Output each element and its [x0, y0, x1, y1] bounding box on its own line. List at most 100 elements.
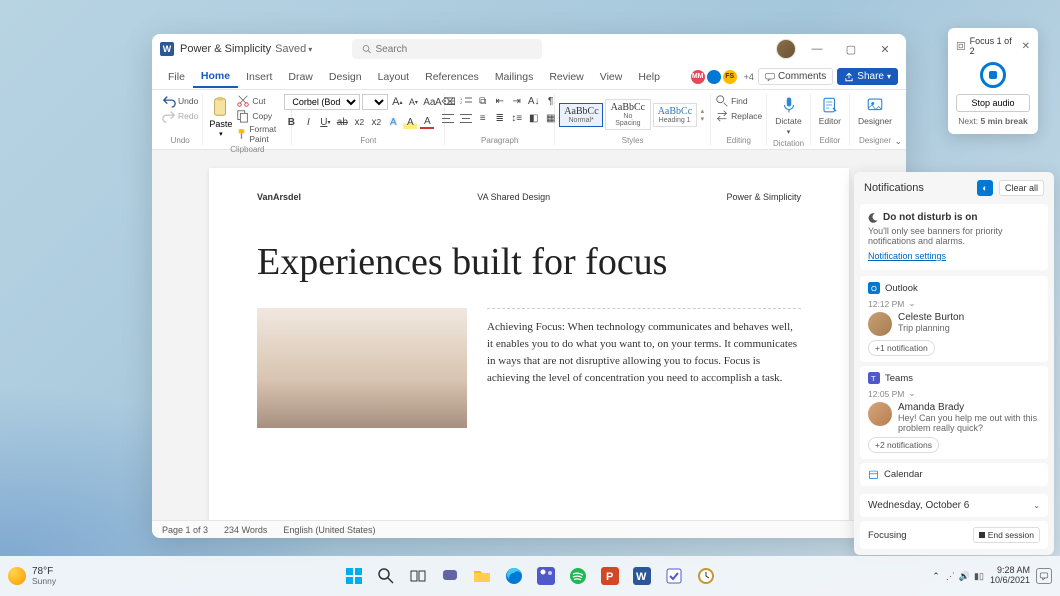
page-headline[interactable]: Experiences built for focus — [257, 242, 801, 284]
chevron-down-icon[interactable]: ▾ — [308, 45, 312, 54]
bullets-button[interactable] — [442, 94, 456, 108]
presence-avatar[interactable] — [706, 69, 722, 85]
notification-item[interactable]: Amanda BradyHey! Can you help me out wit… — [868, 402, 1040, 433]
page-image-placeholder[interactable] — [257, 308, 467, 428]
tab-home[interactable]: Home — [193, 66, 238, 88]
search-input[interactable] — [376, 44, 533, 55]
tab-design[interactable]: Design — [321, 67, 370, 87]
align-left-button[interactable] — [442, 111, 456, 125]
weather-widget[interactable]: 78°FSunny — [8, 567, 56, 586]
search-button[interactable] — [372, 562, 400, 590]
tab-references[interactable]: References — [417, 67, 487, 87]
battery-icon[interactable]: ▮▯ — [974, 571, 984, 582]
style-normal[interactable]: AaBbCcNormal* — [559, 103, 603, 127]
wifi-icon[interactable]: ⋰ — [946, 571, 955, 582]
powerpoint-button[interactable]: P — [596, 562, 624, 590]
status-language[interactable]: English (United States) — [283, 525, 375, 535]
increase-indent-button[interactable]: ⇥ — [510, 94, 524, 108]
more-notifications-button[interactable]: +2 notifications — [868, 437, 939, 453]
todo-button[interactable] — [660, 562, 688, 590]
superscript-button[interactable]: x2 — [369, 115, 383, 129]
tab-mailings[interactable]: Mailings — [487, 67, 542, 87]
line-spacing-button[interactable]: ↕≡ — [510, 111, 524, 125]
volume-icon[interactable]: 🔊 — [959, 571, 970, 582]
font-size-select[interactable]: 11 — [362, 94, 388, 110]
calendar-row[interactable]: Calendar — [860, 463, 1048, 486]
spotify-button[interactable] — [564, 562, 592, 590]
format-painter-button[interactable]: Format Paint — [236, 124, 287, 144]
justify-button[interactable]: ≣ — [493, 111, 507, 125]
font-color-button[interactable]: A — [420, 115, 434, 129]
stop-audio-button[interactable]: Stop audio — [956, 94, 1030, 112]
align-center-button[interactable] — [459, 111, 473, 125]
dnd-toggle-button[interactable]: ◐ — [977, 180, 993, 196]
chat-button[interactable] — [436, 562, 464, 590]
date-row[interactable]: Wednesday, October 6⌄ — [860, 494, 1048, 517]
close-button[interactable]: ✕ — [872, 36, 898, 62]
start-button[interactable] — [340, 562, 368, 590]
page-body-text[interactable]: Achieving Focus: When technology communi… — [487, 308, 801, 428]
comments-button[interactable]: Comments — [758, 68, 833, 85]
notification-item[interactable]: Celeste BurtonTrip planning — [868, 312, 1040, 336]
user-avatar[interactable] — [776, 39, 796, 59]
share-button[interactable]: Share ▾ — [837, 68, 898, 85]
numbering-button[interactable]: 12 — [459, 94, 473, 108]
italic-button[interactable]: I — [301, 115, 315, 129]
tab-layout[interactable]: Layout — [370, 67, 418, 87]
status-page[interactable]: Page 1 of 3 — [162, 525, 208, 535]
highlight-button[interactable]: A — [403, 115, 417, 129]
chevron-down-icon[interactable]: ⌄ — [908, 298, 915, 309]
font-name-select[interactable]: Corbel (Body) — [284, 94, 360, 110]
strikethrough-button[interactable]: ab — [335, 115, 349, 129]
find-button[interactable]: Find — [715, 94, 762, 108]
tab-view[interactable]: View — [592, 67, 631, 87]
style-no-spacing[interactable]: AaBbCcNo Spacing — [605, 99, 651, 130]
focus-timer-ring[interactable] — [980, 62, 1006, 88]
tray-chevron-icon[interactable]: ⌃ — [932, 571, 940, 582]
replace-button[interactable]: Replace — [715, 109, 762, 123]
status-words[interactable]: 234 Words — [224, 525, 267, 535]
notification-settings-link[interactable]: Notification settings — [868, 251, 946, 261]
shading-button[interactable]: ◧ — [527, 111, 541, 125]
tab-file[interactable]: File — [160, 67, 193, 87]
close-icon[interactable]: ✕ — [1022, 41, 1030, 52]
search-box[interactable] — [352, 39, 542, 59]
clock-button[interactable] — [692, 562, 720, 590]
undo-button[interactable]: Undo — [162, 94, 198, 108]
tab-insert[interactable]: Insert — [238, 67, 280, 87]
editor-button[interactable]: Editor — [815, 94, 845, 128]
minimize-button[interactable]: — — [804, 36, 830, 62]
word-button[interactable]: W — [628, 562, 656, 590]
presence-avatar[interactable]: MM — [690, 69, 706, 85]
document-area[interactable]: VanArsdel VA Shared Design Power & Simpl… — [152, 150, 906, 520]
copy-button[interactable]: Copy — [236, 109, 287, 123]
decrease-indent-button[interactable]: ⇤ — [493, 94, 507, 108]
text-effects-button[interactable]: A — [386, 115, 400, 129]
tab-review[interactable]: Review — [541, 67, 591, 87]
bold-button[interactable]: B — [284, 115, 298, 129]
maximize-button[interactable]: ▢ — [838, 36, 864, 62]
designer-button[interactable]: Designer — [854, 94, 896, 128]
grow-font-button[interactable]: A▴ — [390, 95, 404, 109]
redo-button[interactable]: Redo — [162, 109, 198, 123]
task-view-button[interactable] — [404, 562, 432, 590]
styles-gallery-expand[interactable]: ▴▾ — [699, 105, 707, 125]
teams-button[interactable] — [532, 562, 560, 590]
save-status[interactable]: Saved — [275, 43, 306, 55]
multilevel-list-button[interactable]: ⧉ — [476, 94, 490, 108]
underline-button[interactable]: U▾ — [318, 115, 332, 129]
dictate-button[interactable]: Dictate▾ — [771, 94, 805, 138]
tab-draw[interactable]: Draw — [280, 67, 321, 87]
edge-button[interactable] — [500, 562, 528, 590]
tab-help[interactable]: Help — [630, 67, 668, 87]
paste-button[interactable]: Paste ▾ — [207, 94, 234, 140]
shrink-font-button[interactable]: A▾ — [406, 95, 420, 109]
cut-button[interactable]: Cut — [236, 94, 287, 108]
more-notifications-button[interactable]: +1 notification — [868, 340, 935, 356]
chevron-down-icon[interactable]: ⌄ — [908, 388, 915, 399]
explorer-button[interactable] — [468, 562, 496, 590]
subscript-button[interactable]: x2 — [352, 115, 366, 129]
presence-avatar[interactable]: FS — [722, 69, 738, 85]
presence-more[interactable]: +4 — [744, 72, 754, 82]
align-right-button[interactable]: ≡ — [476, 111, 490, 125]
